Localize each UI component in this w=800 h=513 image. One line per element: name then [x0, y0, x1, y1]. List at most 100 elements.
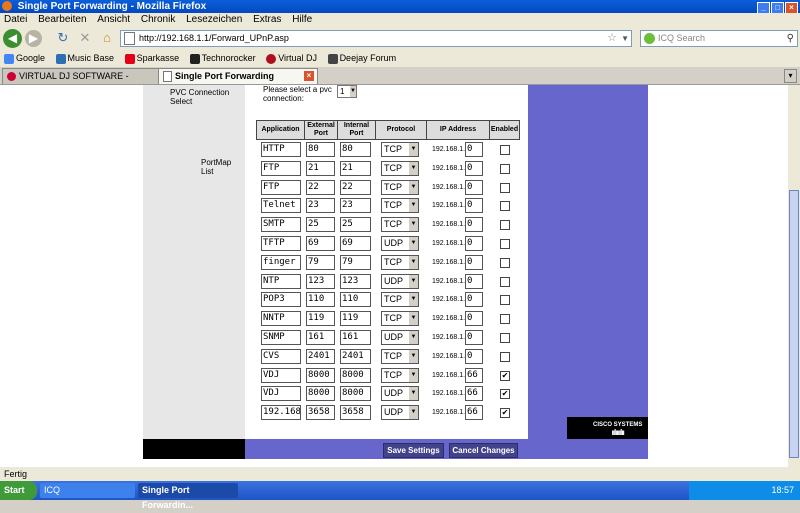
enabled-checkbox[interactable]	[500, 352, 510, 362]
ip-address-input[interactable]: 0	[465, 161, 483, 176]
application-input[interactable]: SMTP	[261, 217, 301, 232]
application-input[interactable]: TFTP	[261, 236, 301, 251]
search-icon[interactable]: ⚲	[787, 31, 794, 46]
vertical-scrollbar[interactable]	[788, 85, 800, 467]
bookmark-virtual-dj[interactable]: Virtual DJ	[266, 50, 317, 67]
internal-port-input[interactable]: 2401	[340, 349, 371, 364]
application-input[interactable]: VDJ	[261, 386, 301, 401]
internal-port-input[interactable]: 79	[340, 255, 371, 270]
ip-address-input[interactable]: 0	[465, 142, 483, 157]
protocol-select[interactable]: TCP ▼	[381, 217, 419, 232]
external-port-input[interactable]: 8000	[306, 386, 335, 401]
application-input[interactable]: VDJ	[261, 368, 301, 383]
ip-address-input[interactable]: 66	[465, 386, 483, 401]
internal-port-input[interactable]: 123	[340, 274, 371, 289]
external-port-input[interactable]: 80	[306, 142, 335, 157]
tab-virtual-dj[interactable]: VIRTUAL DJ SOFTWARE - problem mit ...	[2, 68, 160, 84]
ip-address-input[interactable]: 0	[465, 180, 483, 195]
external-port-input[interactable]: 8000	[306, 368, 335, 383]
external-port-input[interactable]: 110	[306, 292, 335, 307]
application-input[interactable]: NNTP	[261, 311, 301, 326]
internal-port-input[interactable]: 21	[340, 161, 371, 176]
taskbar-firefox[interactable]: Single Port Forwardin...	[138, 483, 238, 510]
protocol-select[interactable]: UDP ▼	[381, 405, 419, 420]
internal-port-input[interactable]: 110	[340, 292, 371, 307]
enabled-checkbox[interactable]	[500, 164, 510, 174]
forward-button[interactable]: ▶	[25, 30, 42, 47]
internal-port-input[interactable]: 8000	[340, 386, 371, 401]
menu-item-chronik[interactable]: Chronik	[141, 14, 175, 25]
pvc-select[interactable]: 1 ▼	[337, 85, 357, 98]
internal-port-input[interactable]: 161	[340, 330, 371, 345]
protocol-select[interactable]: TCP ▼	[381, 161, 419, 176]
protocol-select[interactable]: UDP ▼	[381, 274, 419, 289]
external-port-input[interactable]: 69	[306, 236, 335, 251]
enabled-checkbox[interactable]: ✔	[500, 389, 510, 399]
chevron-down-icon[interactable]: ▼	[621, 31, 629, 46]
menu-item-ansicht[interactable]: Ansicht	[97, 14, 130, 25]
protocol-select[interactable]: TCP ▼	[381, 368, 419, 383]
menu-item-datei[interactable]: Datei	[4, 14, 27, 25]
protocol-select[interactable]: TCP ▼	[381, 142, 419, 157]
menu-item-lesezeichen[interactable]: Lesezeichen	[186, 14, 242, 25]
enabled-checkbox[interactable]	[500, 258, 510, 268]
protocol-select[interactable]: TCP ▼	[381, 180, 419, 195]
taskbar-icq[interactable]: ICQ	[40, 483, 135, 498]
enabled-checkbox[interactable]	[500, 314, 510, 324]
bookmark-technorocker[interactable]: Technorocker	[189, 50, 256, 67]
application-input[interactable]: 192.168	[261, 405, 301, 420]
tab-list-icon[interactable]: ▾	[784, 69, 797, 83]
application-input[interactable]: SNMP	[261, 330, 301, 345]
menu-item-extras[interactable]: Extras	[253, 14, 281, 25]
internal-port-input[interactable]: 22	[340, 180, 371, 195]
protocol-select[interactable]: UDP ▼	[381, 386, 419, 401]
menu-item-hilfe[interactable]: Hilfe	[292, 14, 312, 25]
application-input[interactable]: HTTP	[261, 142, 301, 157]
protocol-select[interactable]: UDP ▼	[381, 330, 419, 345]
application-input[interactable]: POP3	[261, 292, 301, 307]
start-button[interactable]: Start	[0, 481, 37, 500]
protocol-select[interactable]: TCP ▼	[381, 311, 419, 326]
internal-port-input[interactable]: 80	[340, 142, 371, 157]
protocol-select[interactable]: TCP ▼	[381, 198, 419, 213]
save-settings-button[interactable]: Save Settings	[383, 443, 444, 458]
url-bar[interactable]: http://192.168.1.1/Forward_UPnP.asp ☆ ▼	[120, 30, 632, 47]
ip-address-input[interactable]: 0	[465, 274, 483, 289]
internal-port-input[interactable]: 119	[340, 311, 371, 326]
internal-port-input[interactable]: 3658	[340, 405, 371, 420]
application-input[interactable]: CVS	[261, 349, 301, 364]
ip-address-input[interactable]: 0	[465, 198, 483, 213]
enabled-checkbox[interactable]	[500, 277, 510, 287]
stop-icon[interactable]: ✕	[78, 31, 92, 45]
external-port-input[interactable]: 3658	[306, 405, 335, 420]
ip-address-input[interactable]: 0	[465, 330, 483, 345]
ip-address-input[interactable]: 0	[465, 236, 483, 251]
enabled-checkbox[interactable]	[500, 201, 510, 211]
application-input[interactable]: finger	[261, 255, 301, 270]
external-port-input[interactable]: 23	[306, 198, 335, 213]
enabled-checkbox[interactable]	[500, 220, 510, 230]
ip-address-input[interactable]: 0	[465, 255, 483, 270]
search-input[interactable]: ICQ Search ⚲	[640, 30, 798, 47]
protocol-select[interactable]: TCP ▼	[381, 349, 419, 364]
application-input[interactable]: FTP	[261, 180, 301, 195]
bookmark-google[interactable]: Google	[4, 50, 45, 67]
external-port-input[interactable]: 119	[306, 311, 335, 326]
application-input[interactable]: Telnet	[261, 198, 301, 213]
enabled-checkbox[interactable]: ✔	[500, 408, 510, 418]
internal-port-input[interactable]: 23	[340, 198, 371, 213]
external-port-input[interactable]: 2401	[306, 349, 335, 364]
external-port-input[interactable]: 123	[306, 274, 335, 289]
menu-item-bearbeiten[interactable]: Bearbeiten	[38, 14, 86, 25]
application-input[interactable]: NTP	[261, 274, 301, 289]
protocol-select[interactable]: TCP ▼	[381, 292, 419, 307]
back-button[interactable]: ◀	[3, 29, 22, 48]
bookmark-music-base[interactable]: Music Base	[55, 50, 114, 67]
ip-address-input[interactable]: 0	[465, 349, 483, 364]
ip-address-input[interactable]: 66	[465, 405, 483, 420]
external-port-input[interactable]: 25	[306, 217, 335, 232]
external-port-input[interactable]: 21	[306, 161, 335, 176]
bookmark-star-icon[interactable]: ☆	[607, 31, 617, 46]
reload-icon[interactable]: ↻	[56, 31, 70, 45]
ip-address-input[interactable]: 0	[465, 292, 483, 307]
